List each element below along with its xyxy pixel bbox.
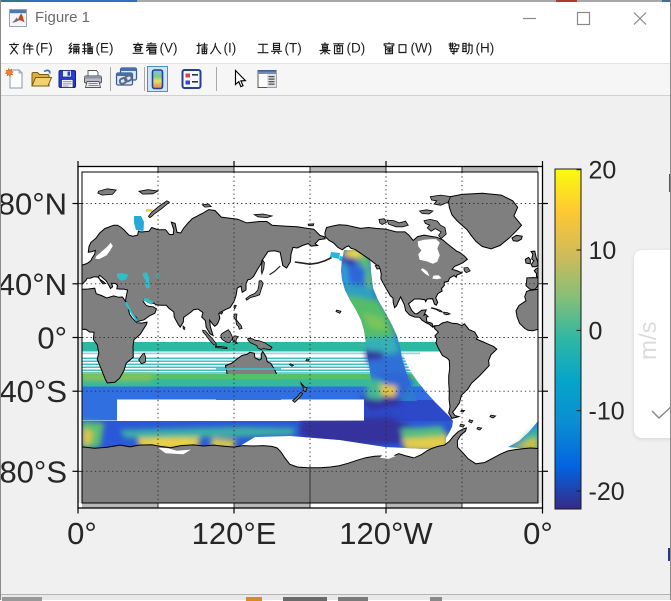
svg-text:0°: 0° [37, 321, 67, 356]
svg-text:120°E: 120°E [192, 516, 277, 551]
svg-text:(F): (F) [36, 41, 53, 56]
svg-text:(V): (V) [160, 41, 178, 56]
svg-text:20: 20 [589, 157, 617, 185]
svg-text:40°N: 40°N [0, 267, 67, 302]
svg-text:120°W: 120°W [339, 516, 433, 551]
svg-text:(H): (H) [476, 41, 495, 56]
svg-text:0: 0 [589, 317, 603, 345]
svg-text:(T): (T) [285, 41, 302, 56]
svg-text:-10: -10 [589, 398, 625, 426]
svg-text:(I): (I) [224, 41, 237, 56]
svg-text:0°: 0° [67, 516, 97, 551]
svg-text:(D): (D) [347, 41, 366, 56]
svg-text:80°N: 80°N [0, 187, 67, 222]
svg-text:0°: 0° [523, 516, 553, 551]
svg-text:10: 10 [589, 237, 617, 265]
svg-text:(W): (W) [411, 41, 433, 56]
svg-text:-20: -20 [589, 478, 625, 506]
svg-text:80°S: 80°S [0, 454, 67, 489]
svg-text:40°S: 40°S [0, 374, 67, 409]
svg-text:(E): (E) [96, 41, 114, 56]
